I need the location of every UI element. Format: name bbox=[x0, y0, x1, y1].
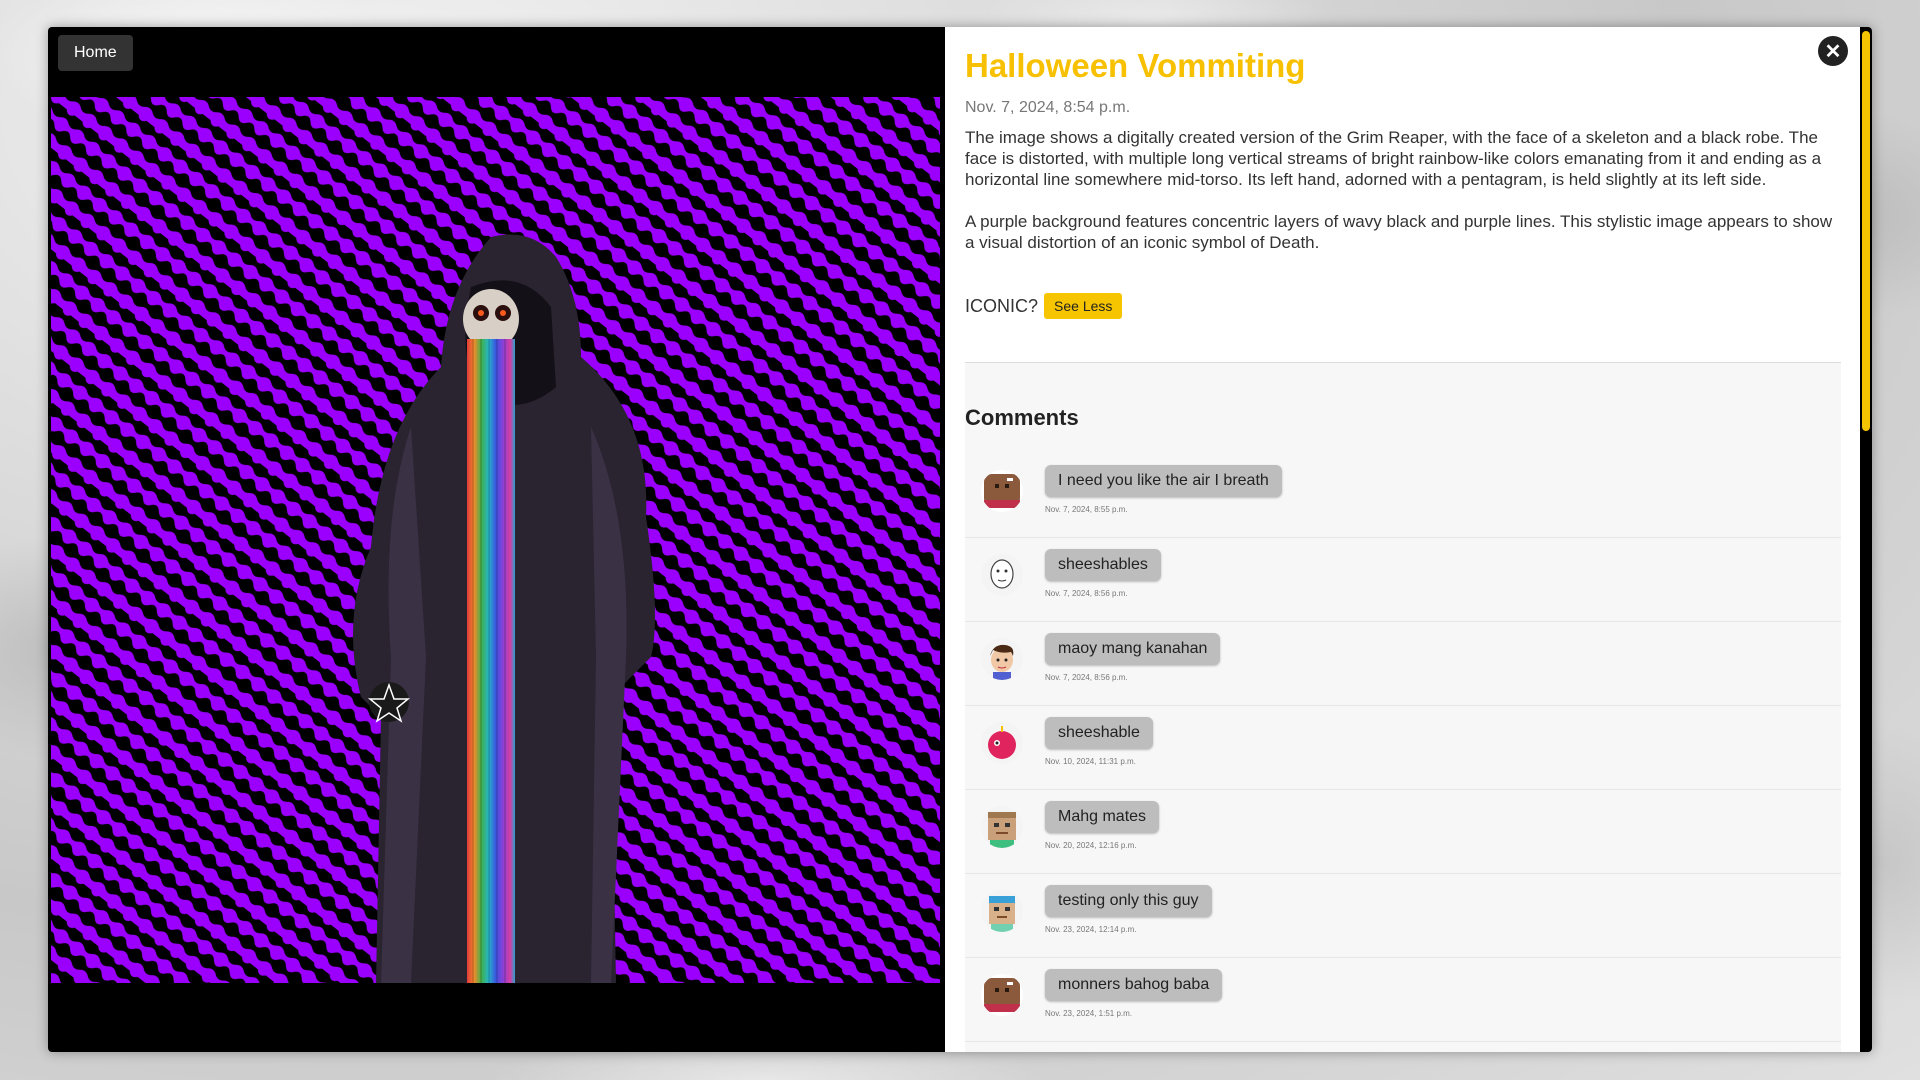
see-less-button[interactable]: See Less bbox=[1044, 293, 1123, 319]
description-paragraph: The image shows a digitally created vers… bbox=[965, 128, 1822, 189]
comment-time: Nov. 7, 2024, 8:55 p.m. bbox=[1045, 505, 1128, 514]
pixel-tan-avatar-icon[interactable] bbox=[981, 806, 1023, 848]
comments-heading: Comments bbox=[965, 405, 1079, 430]
comment-text: monners bahog baba bbox=[1045, 969, 1223, 1001]
image-panel: Home bbox=[48, 27, 945, 1052]
brown-bear-avatar-icon[interactable] bbox=[981, 974, 1023, 1016]
sketch-face-avatar-icon[interactable] bbox=[981, 554, 1023, 596]
scrollbar-thumb[interactable] bbox=[1862, 31, 1870, 431]
pink-robot-avatar-icon[interactable] bbox=[981, 722, 1023, 764]
comment-text: sheeshables bbox=[1045, 549, 1161, 581]
post-description: The image shows a digitally created vers… bbox=[965, 127, 1841, 253]
detail-panel: ✕ Halloween Vommiting Nov. 7, 2024, 8:54… bbox=[945, 27, 1872, 1052]
home-button[interactable]: Home bbox=[58, 35, 133, 71]
description-paragraph: A purple background features concentric … bbox=[965, 212, 1833, 252]
tag-row: ICONIC? See Less bbox=[965, 293, 1841, 319]
comment-time: Nov. 23, 2024, 1:51 p.m. bbox=[1045, 1009, 1133, 1018]
comment-item: I need you like the air I breath Nov. 7,… bbox=[965, 453, 1841, 538]
comment-text: Mahg mates bbox=[1045, 801, 1160, 833]
comment-text: sheeshable bbox=[1045, 717, 1153, 749]
comment-item: maoy mang kanahan Nov. 7, 2024, 8:56 p.m… bbox=[965, 621, 1841, 706]
comment-time: Nov. 20, 2024, 12:16 p.m. bbox=[1045, 841, 1137, 850]
comment-item: monners bahog baba Nov. 23, 2024, 1:51 p… bbox=[965, 957, 1841, 1042]
comment-text: testing only this guy bbox=[1045, 885, 1212, 917]
comment-time: Nov. 7, 2024, 8:56 p.m. bbox=[1045, 673, 1128, 682]
comment-item: sheeshables Nov. 7, 2024, 8:56 p.m. bbox=[965, 537, 1841, 622]
post-details: Halloween Vommiting Nov. 7, 2024, 8:54 p… bbox=[965, 47, 1841, 319]
pixel-blue-hair-avatar-icon[interactable] bbox=[981, 890, 1023, 932]
comment-time: Nov. 23, 2024, 12:14 p.m. bbox=[1045, 925, 1137, 934]
scrollbar[interactable] bbox=[1860, 27, 1872, 1052]
comments-section: Comments I need you like the air I breat… bbox=[965, 362, 1841, 1052]
post-date: Nov. 7, 2024, 8:54 p.m. bbox=[965, 99, 1131, 116]
boy-avatar-icon[interactable] bbox=[981, 638, 1023, 680]
tag-label: ICONIC? bbox=[965, 295, 1039, 316]
brown-bear-avatar-icon[interactable] bbox=[981, 470, 1023, 512]
comment-time: Nov. 10, 2024, 11:31 p.m. bbox=[1045, 757, 1136, 766]
comment-item: testing only this guy Nov. 23, 2024, 12:… bbox=[965, 873, 1841, 958]
post-title: Halloween Vommiting bbox=[965, 47, 1306, 84]
image-modal: Home ✕ Halloween Vommiting Nov. 7, 2024,… bbox=[48, 27, 1872, 1052]
comment-time: Nov. 7, 2024, 8:56 p.m. bbox=[1045, 589, 1128, 598]
artwork-image bbox=[51, 97, 940, 983]
comment-text: maoy mang kanahan bbox=[1045, 633, 1221, 665]
comment-text: I need you like the air I breath bbox=[1045, 465, 1282, 497]
comment-item: Mahg mates Nov. 20, 2024, 12:16 p.m. bbox=[965, 789, 1841, 874]
comment-item: sheeshable Nov. 10, 2024, 11:31 p.m. bbox=[965, 705, 1841, 790]
